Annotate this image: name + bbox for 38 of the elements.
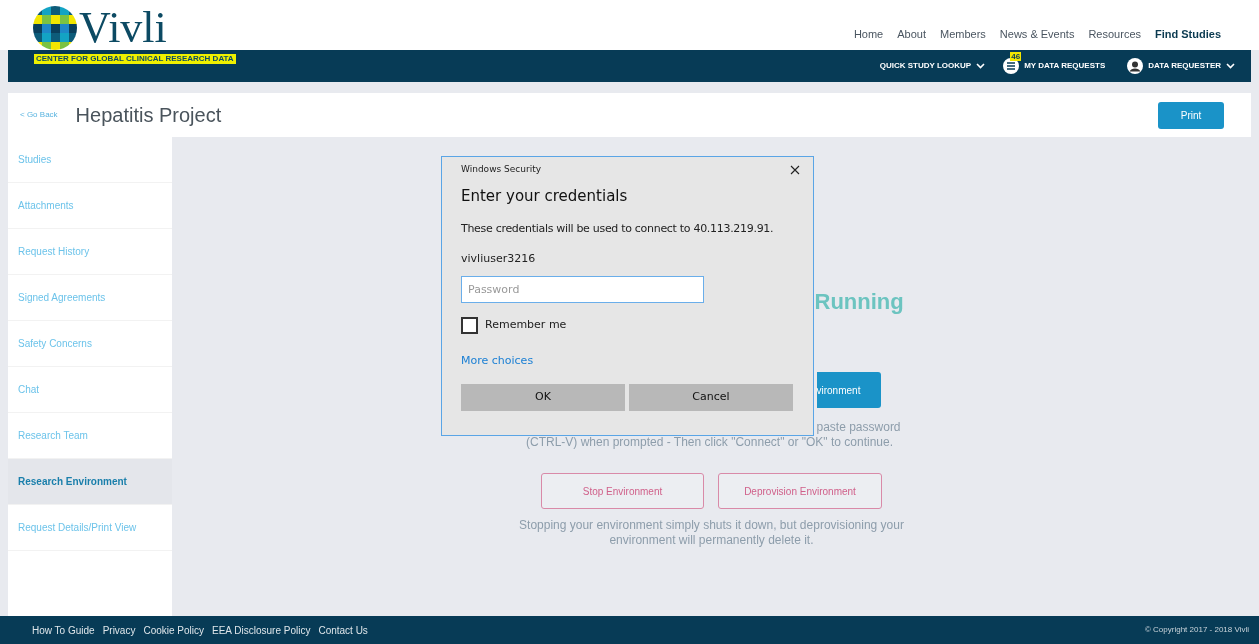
status-heading: Running <box>814 289 905 315</box>
count-badge: 46 <box>1010 52 1022 61</box>
user-avatar-icon <box>1127 58 1144 74</box>
sidebar-item[interactable]: Research Environment <box>8 459 172 505</box>
warning-note: Stopping your environment simply shuts it down, but deprovisioning your environment will permanently delete it. <box>518 518 905 548</box>
quick-lookup-dropdown[interactable]: QUICK STUDY LOOKUP <box>879 60 986 72</box>
nav-link[interactable]: About <box>897 25 926 42</box>
chevron-down-icon <box>1226 63 1235 69</box>
copyright-text: © Copyright 2017 - 2018 Vivli <box>1144 624 1249 636</box>
close-icon[interactable] <box>790 164 800 175</box>
footer-link[interactable]: EEA Disclosure Policy <box>212 622 311 638</box>
nav-link[interactable]: Home <box>853 25 884 42</box>
footer-link[interactable]: How To Guide <box>32 622 95 638</box>
remember-checkbox[interactable] <box>461 317 478 334</box>
chevron-down-icon <box>976 63 986 69</box>
footer-link[interactable]: Cookie Policy <box>143 622 205 638</box>
logo-tagline: CENTER FOR GLOBAL CLINICAL RESEARCH DATA <box>34 54 236 64</box>
cancel-button[interactable]: Cancel <box>629 383 793 411</box>
nav-link[interactable]: Resources <box>1088 25 1141 42</box>
page-title: Hepatitis Project <box>75 103 222 128</box>
nav-link[interactable]: News & Events <box>999 25 1075 42</box>
password-field[interactable]: Password <box>461 276 704 303</box>
footer-link[interactable]: Contact Us <box>318 622 368 638</box>
remember-label: Remember me <box>485 317 567 334</box>
nav-link[interactable]: Members <box>940 25 986 42</box>
more-choices-link[interactable]: More choices <box>461 353 534 370</box>
user-menu-dropdown[interactable]: DATA REQUESTER <box>1148 60 1235 72</box>
logo-wordmark: Vivli <box>79 6 167 50</box>
help-text: paste password <box>816 420 902 435</box>
ok-button[interactable]: OK <box>461 383 625 411</box>
my-data-requests-link[interactable]: MY DATA REQUESTS <box>1024 60 1106 72</box>
username-text: vivliuser3216 <box>461 250 537 267</box>
dialog-heading: Enter your credentials <box>461 185 629 207</box>
nav-link[interactable]: Find Studies <box>1155 25 1221 42</box>
dialog-message: These credentials will be used to connect to 40.113.219.91. <box>461 221 775 237</box>
footer-link[interactable]: Privacy <box>102 622 136 638</box>
help-text: (CTRL-V) when prompted - Then click "Connect" or "OK" to continue. <box>526 435 893 450</box>
dialog-window-title: Windows Security <box>461 163 541 176</box>
